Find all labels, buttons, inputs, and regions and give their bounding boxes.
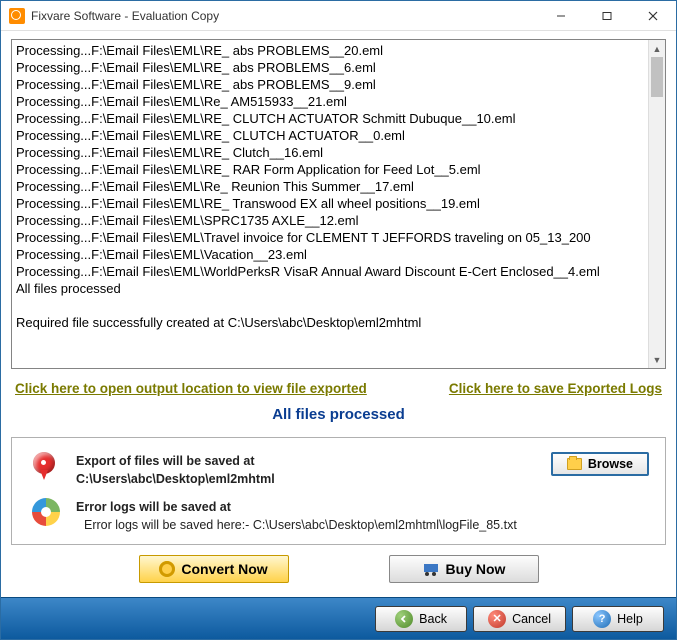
export-path: C:\Users\abc\Desktop\eml2mhtml <box>76 472 275 486</box>
content-area: Processing...F:\Email Files\EML\RE_ abs … <box>1 31 676 597</box>
gear-icon <box>159 561 175 577</box>
save-logs-link[interactable]: Click here to save Exported Logs <box>449 381 662 396</box>
back-button[interactable]: Back <box>375 606 467 632</box>
location-pin-icon <box>28 452 64 484</box>
browse-label: Browse <box>588 457 633 471</box>
window-title: Fixvare Software - Evaluation Copy <box>31 9 219 23</box>
links-row: Click here to open output location to vi… <box>11 369 666 402</box>
scroll-up-icon[interactable]: ▲ <box>649 40 665 57</box>
cart-icon <box>422 562 440 576</box>
maximize-button[interactable] <box>584 1 630 31</box>
close-icon <box>648 11 658 21</box>
log-textbox[interactable]: Processing...F:\Email Files\EML\RE_ abs … <box>11 39 666 369</box>
app-icon <box>9 8 25 24</box>
errorlog-detail: Error logs will be saved here:- C:\Users… <box>76 516 649 534</box>
minimize-button[interactable] <box>538 1 584 31</box>
back-arrow-icon <box>395 610 413 628</box>
action-strip: Convert Now Buy Now <box>11 553 666 591</box>
help-button[interactable]: ? Help <box>572 606 664 632</box>
settings-panel: Export of files will be saved at C:\User… <box>11 437 666 545</box>
help-question-icon: ? <box>593 610 611 628</box>
bottom-nav-bar: Back ✕ Cancel ? Help <box>1 597 676 639</box>
convert-now-button[interactable]: Convert Now <box>139 555 289 583</box>
errorlog-row: Error logs will be saved at Error logs w… <box>28 498 649 534</box>
export-row: Export of files will be saved at C:\User… <box>28 452 649 488</box>
buy-now-button[interactable]: Buy Now <box>389 555 539 583</box>
cancel-button[interactable]: ✕ Cancel <box>473 606 566 632</box>
status-message: All files processed <box>11 402 666 437</box>
cancel-label: Cancel <box>512 612 551 626</box>
open-output-link[interactable]: Click here to open output location to vi… <box>15 381 367 396</box>
scroll-down-icon[interactable]: ▼ <box>649 351 665 368</box>
titlebar: Fixvare Software - Evaluation Copy <box>1 1 676 31</box>
export-label: Export of files will be saved at <box>76 454 255 468</box>
errorlog-label: Error logs will be saved at <box>76 500 231 514</box>
help-label: Help <box>617 612 643 626</box>
minimize-icon <box>556 11 566 21</box>
buy-label: Buy Now <box>446 561 506 577</box>
close-button[interactable] <box>630 1 676 31</box>
back-label: Back <box>419 612 447 626</box>
folder-icon <box>567 458 582 470</box>
app-window: Fixvare Software - Evaluation Copy Proce… <box>0 0 677 640</box>
browse-button[interactable]: Browse <box>551 452 649 476</box>
scroll-thumb[interactable] <box>651 57 663 97</box>
pie-chart-icon <box>28 498 64 526</box>
maximize-icon <box>602 11 612 21</box>
cancel-x-icon: ✕ <box>488 610 506 628</box>
log-lines: Processing...F:\Email Files\EML\RE_ abs … <box>12 40 665 368</box>
convert-label: Convert Now <box>181 561 267 577</box>
vertical-scrollbar[interactable]: ▲ ▼ <box>648 40 665 368</box>
